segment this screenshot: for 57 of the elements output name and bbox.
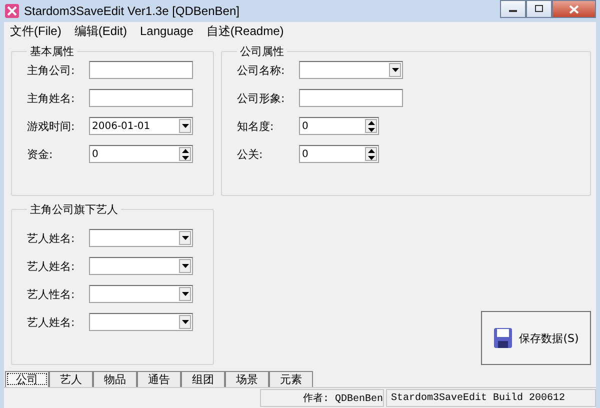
tab[interactable]: 公司 xyxy=(5,371,49,387)
field-label: 主角公司: xyxy=(27,62,76,78)
field-label: 艺人姓名: xyxy=(27,258,76,274)
field-label: 游戏时间: xyxy=(27,118,76,134)
dropdown-arrow-icon xyxy=(182,236,188,240)
tab[interactable]: 组团 xyxy=(181,371,225,387)
menu-item[interactable]: 自述(Readme) xyxy=(206,22,284,40)
app-icon xyxy=(4,3,20,19)
spin-arrows-icon xyxy=(368,148,374,160)
dropdown-field[interactable] xyxy=(299,61,403,79)
dropdown-field[interactable] xyxy=(89,257,193,275)
dropdown-field[interactable] xyxy=(89,285,193,303)
save-button[interactable]: 保存数据(S) xyxy=(481,311,591,365)
maximize-icon xyxy=(534,5,544,13)
dropdown-arrow-icon xyxy=(182,292,188,296)
window-title: Stardom3SaveEdit Ver1.3e [QDBenBen] xyxy=(24,4,240,18)
field-label: 主角姓名: xyxy=(27,90,76,106)
tab[interactable]: 物品 xyxy=(93,371,137,387)
field-label: 艺人姓名: xyxy=(27,230,76,246)
field-label: 艺人姓名: xyxy=(27,314,76,330)
dropdown-arrow-icon xyxy=(182,264,188,268)
tab[interactable]: 艺人 xyxy=(49,371,93,387)
text-field[interactable] xyxy=(89,89,193,107)
tab[interactable]: 通告 xyxy=(137,371,181,387)
spin-field[interactable]: 0 xyxy=(89,145,193,163)
dropdown-arrow-icon xyxy=(182,124,188,128)
close-icon xyxy=(569,4,579,14)
dropdown-arrow-icon xyxy=(182,320,188,324)
group-title: 主角公司旗下艺人 xyxy=(29,202,119,217)
spin-field[interactable]: 0 xyxy=(299,145,379,163)
field-label: 知名度: xyxy=(237,118,275,134)
group-title: 公司属性 xyxy=(239,44,285,59)
spin-arrows-icon xyxy=(182,148,188,160)
tab[interactable]: 场景 xyxy=(225,371,269,387)
text-field[interactable] xyxy=(89,61,193,79)
dropdown-field[interactable]: 2006-01-01 xyxy=(89,117,193,135)
menu-item[interactable]: 文件(File) xyxy=(10,22,62,40)
spin-field[interactable]: 0 xyxy=(299,117,379,135)
status-text: Stardom3SaveEdit Build 200612 xyxy=(386,389,596,407)
field-label: 公司名称: xyxy=(237,62,286,78)
menu-item[interactable]: 编辑(Edit) xyxy=(74,22,127,40)
status-text: 作者: QDBenBen xyxy=(260,389,384,407)
field-label: 艺人性名: xyxy=(27,286,76,302)
dropdown-field[interactable] xyxy=(89,313,193,331)
field-label: 资金: xyxy=(27,146,54,162)
menu-item[interactable]: Language xyxy=(140,24,194,38)
dropdown-arrow-icon xyxy=(392,68,398,72)
spin-arrows-icon xyxy=(368,120,374,132)
tab[interactable]: 元素 xyxy=(269,371,313,387)
field-label: 公关: xyxy=(237,146,264,162)
text-field[interactable] xyxy=(299,89,403,107)
group-title: 基本属性 xyxy=(29,44,75,59)
minimize-button[interactable] xyxy=(500,0,526,18)
maximize-button[interactable] xyxy=(526,0,552,18)
close-button[interactable] xyxy=(552,0,596,18)
dropdown-field[interactable] xyxy=(89,229,193,247)
field-label: 公司形象: xyxy=(237,90,286,106)
